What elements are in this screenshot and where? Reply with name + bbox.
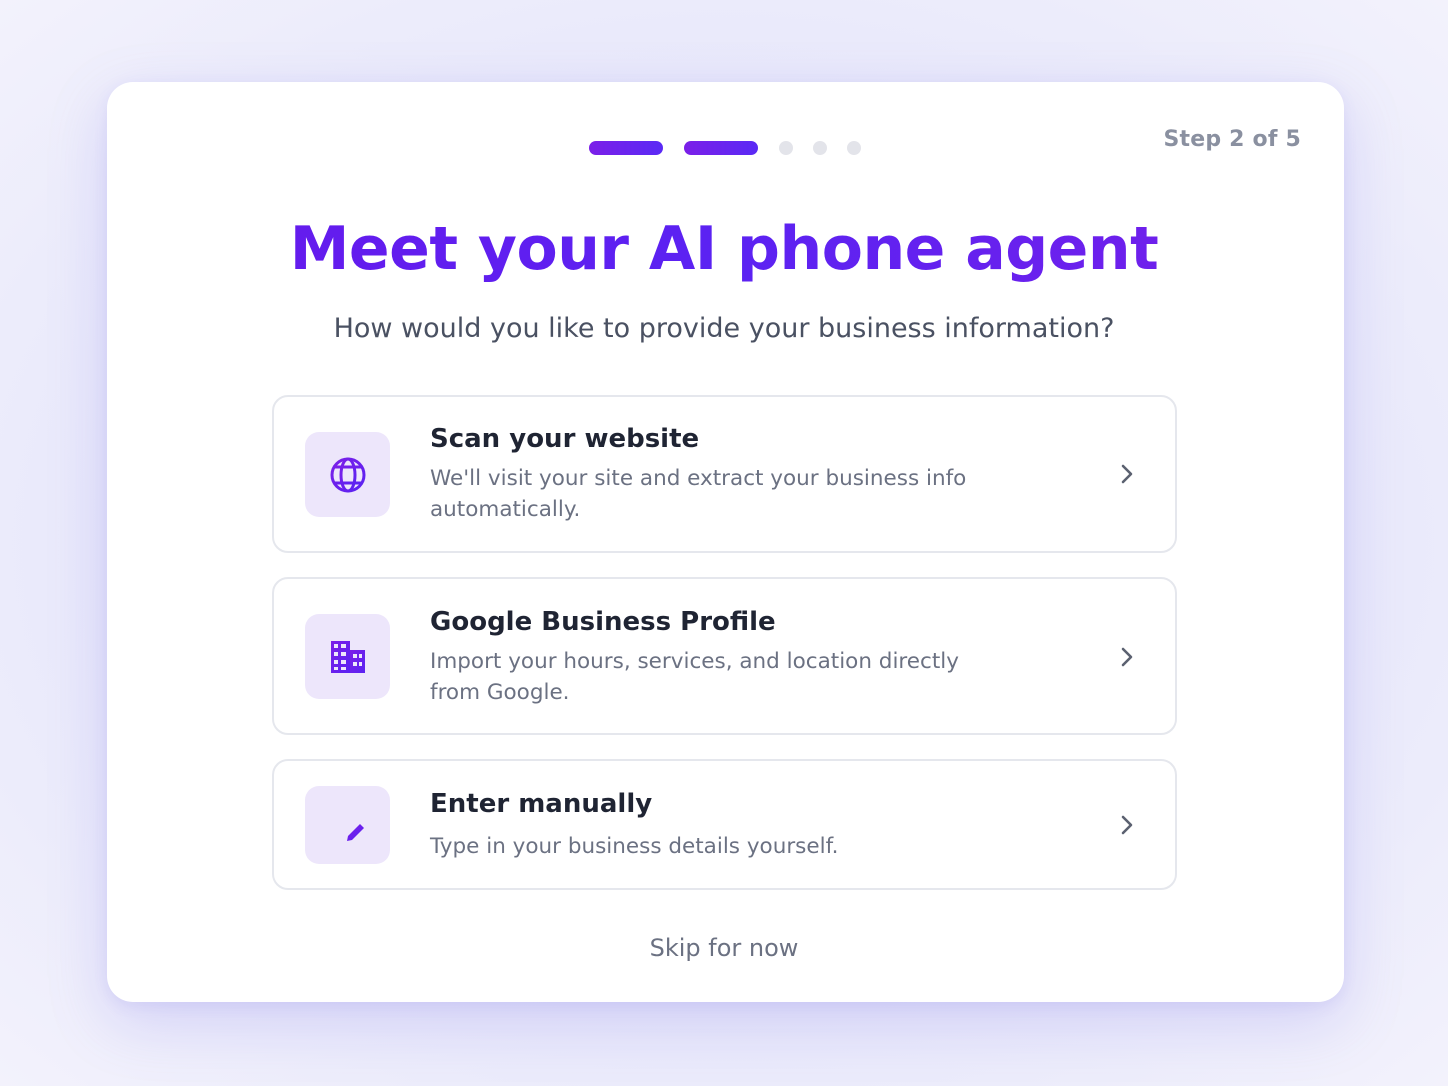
option-description: Type in your business details yourself.: [430, 834, 839, 859]
option-google-business-profile[interactable]: Google Business Profile Import your hour…: [272, 577, 1177, 735]
chevron-right-icon: [1121, 464, 1133, 484]
chevron-right-icon: [1121, 815, 1133, 835]
option-enter-manually[interactable]: Enter manually Type in your business det…: [272, 759, 1177, 890]
globe-icon: [330, 457, 365, 492]
progress-step-5-inactive: [847, 141, 861, 155]
edit-list-icon: [330, 812, 364, 841]
step-counter: Step 2 of 5: [1163, 127, 1301, 152]
progress-step-2-active: [684, 141, 758, 155]
progress-indicator: [589, 141, 861, 155]
page-subtitle: How would you like to provide your busin…: [333, 313, 1115, 344]
option-icon-box: [305, 786, 390, 864]
progress-step-1-active: [589, 141, 663, 155]
option-title: Scan your website: [430, 424, 700, 454]
building-icon: [330, 640, 365, 673]
progress-step-4-inactive: [813, 141, 827, 155]
page-title: Meet your AI phone agent: [0, 214, 1448, 284]
progress-step-3-inactive: [779, 141, 793, 155]
chevron-right-icon: [1121, 647, 1133, 667]
option-title: Enter manually: [430, 789, 653, 819]
option-description: We'll visit your site and extract your b…: [430, 466, 967, 522]
option-icon-box: [305, 614, 390, 699]
skip-link[interactable]: Skip for now: [0, 934, 1448, 962]
option-title: Google Business Profile: [430, 607, 776, 637]
option-description: Import your hours, services, and locatio…: [430, 649, 959, 705]
option-scan-website[interactable]: Scan your website We'll visit your site …: [272, 395, 1177, 553]
option-icon-box: [305, 432, 390, 517]
